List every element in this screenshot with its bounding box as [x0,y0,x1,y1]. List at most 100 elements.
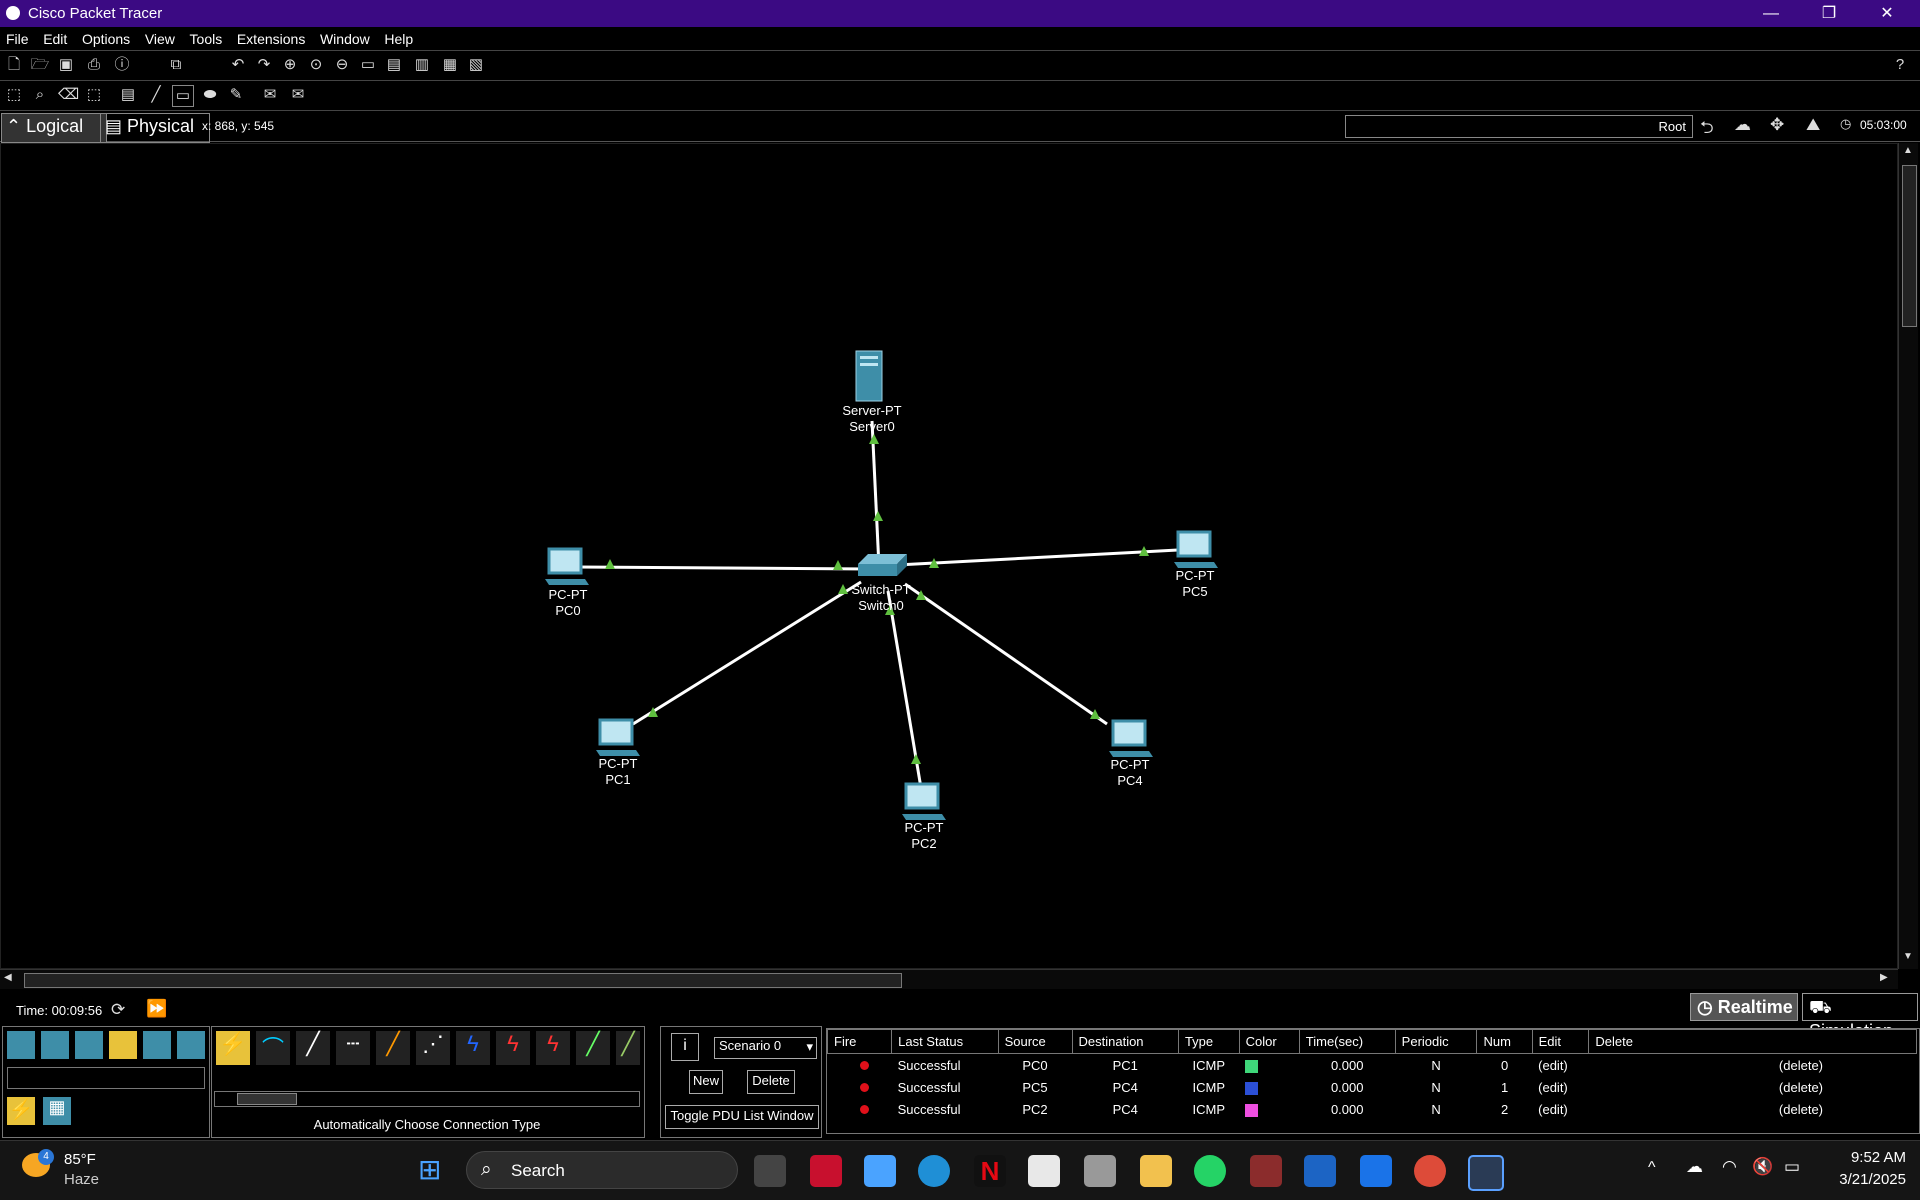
network-devices-icon[interactable] [7,1031,35,1059]
delete-icon[interactable]: ⌫ [58,85,79,105]
pdu-row[interactable]: Successful PC0 PC1 ICMP 0.000 N 0 (edit) (delete… [828,1054,1917,1077]
taskbar-date[interactable]: 3/21/2025 [1826,1171,1906,1188]
pc-icon[interactable] [596,718,640,756]
viewport-icon[interactable]: ▥ [412,55,432,75]
pdu-fire[interactable] [828,1054,892,1077]
serial-dce-icon[interactable]: ϟ [496,1031,530,1065]
mcafee-icon[interactable] [810,1155,842,1187]
fire-status-icon[interactable] [859,1082,869,1092]
menu-tools[interactable]: Tools [184,27,228,47]
pdu-header-cell[interactable]: Destination [1071,1029,1179,1054]
fiber-icon[interactable]: ╱ [376,1031,410,1065]
tab-logical[interactable]: ⌃ Logical [1,113,107,143]
scroll-left-icon[interactable]: ◀ [4,972,12,983]
custom-device-icon[interactable]: ▤ [384,55,404,75]
help-icon[interactable]: ? [1890,55,1910,75]
chrome-icon[interactable] [1414,1155,1446,1187]
new-scenario-button[interactable]: New [689,1070,723,1094]
end-devices-icon[interactable] [41,1031,69,1059]
delete-scenario-button[interactable]: Delete [747,1070,795,1094]
cluster-icon[interactable]: ▦ [440,55,460,75]
link-pc1[interactable] [632,580,862,726]
pdu-header-cell[interactable]: Color [1238,1029,1300,1054]
pdu-header-cell[interactable]: Num [1476,1029,1533,1054]
info-icon[interactable]: ⓘ [112,55,132,75]
link-pc0[interactable] [576,565,870,571]
link-pc4[interactable] [904,582,1108,726]
undo-icon[interactable]: ↶ [228,55,248,75]
connections-grid-icon[interactable]: ▦ [43,1097,71,1125]
coaxial-icon[interactable]: ϟ [456,1031,490,1065]
pdu-header-cell[interactable]: Last Status [891,1029,999,1054]
zoom-in-icon[interactable]: ⊕ [280,55,300,75]
restore-button[interactable]: ❐ [1800,0,1858,27]
ellipse-icon[interactable]: ⬬ [200,85,220,105]
iot-custom-cable-icon[interactable]: ╱ [616,1031,640,1065]
minimize-button[interactable]: — [1742,0,1800,27]
menu-options[interactable]: Options [76,27,135,47]
root-path-bar[interactable]: Root [1345,115,1693,138]
pdu-edit[interactable]: (edit) [1532,1076,1589,1098]
store-icon[interactable] [1028,1155,1060,1187]
cloud-icon[interactable]: ☁ [1734,115,1751,135]
pdu-row[interactable]: Successful PC5 PC4 ICMP 0.000 N 1 (edit) (delete… [828,1076,1917,1098]
whatsapp-icon[interactable] [1194,1155,1226,1187]
pdu-header-cell[interactable]: Time(sec) [1298,1029,1396,1054]
add-complex-pdu-icon[interactable]: ✉ [288,85,308,105]
horizontal-scroll-thumb[interactable] [24,973,902,988]
phone-cable-icon[interactable]: ⋰ [416,1031,450,1065]
pdu-delete[interactable]: (delete) [1589,1076,1917,1098]
pdu-header-cell[interactable]: Edit [1531,1029,1590,1054]
menu-help[interactable]: Help [378,27,418,47]
vertical-scroll-thumb[interactable] [1902,165,1917,327]
windows-start-icon[interactable]: ⊞ [418,1155,448,1185]
taskbar-time[interactable]: 9:52 AM [1826,1149,1906,1166]
pc-icon[interactable] [545,547,589,585]
pdu-delete[interactable]: (delete) [1589,1054,1917,1077]
crossover-icon[interactable]: ┄ [336,1031,370,1065]
taskbar-search[interactable]: ⌕ Search [466,1151,738,1189]
pdu-delete[interactable]: (delete) [1589,1098,1917,1120]
auto-connection-icon[interactable]: ⚡ [216,1031,250,1065]
connections-icon[interactable] [109,1031,137,1059]
link-pc5[interactable] [896,548,1179,567]
pc-icon[interactable] [902,782,946,820]
serial-dte-icon[interactable]: ϟ [536,1031,570,1065]
task-view-icon[interactable] [754,1155,786,1187]
hp-support-icon[interactable] [1360,1155,1392,1187]
scenario-info-icon[interactable]: i [671,1033,699,1061]
inspect-icon[interactable]: ⌕ [30,85,50,105]
photos-icon[interactable] [864,1155,896,1187]
close-button[interactable]: ✕ [1858,0,1916,27]
file-explorer-icon[interactable] [1140,1155,1172,1187]
drawing-palette-icon[interactable]: ▭ [358,55,378,75]
fire-status-icon[interactable] [859,1060,869,1070]
pdu-fire[interactable] [828,1098,892,1120]
console-cable-icon[interactable]: ⌒ [256,1031,290,1065]
environment-icon[interactable]: ⛰ [1806,115,1820,135]
myhp-icon[interactable] [1304,1155,1336,1187]
connection-scroll-thumb[interactable] [237,1093,297,1105]
menu-edit[interactable]: Edit [37,27,72,47]
onedrive-icon[interactable]: ☁ [1686,1157,1703,1177]
scroll-up-icon[interactable]: ▲ [1901,145,1915,159]
miscellaneous-icon[interactable] [143,1031,171,1059]
rectangle-icon[interactable]: ▭ [172,85,194,107]
scroll-right-icon[interactable]: ▶ [1880,972,1888,983]
pdu-header-cell[interactable]: Source [997,1029,1073,1054]
winrar-icon[interactable] [1250,1155,1282,1187]
toggle-pdu-list-button[interactable]: Toggle PDU List Window [665,1105,819,1129]
vertical-scrollbar[interactable]: ▲ ▼ [1898,143,1918,969]
add-simple-pdu-icon[interactable]: ✉ [260,85,280,105]
menu-view[interactable]: View [139,27,180,47]
edge-icon[interactable] [918,1155,950,1187]
volume-muted-icon[interactable]: 🔇 [1752,1157,1773,1177]
horizontal-scrollbar[interactable]: ◀ ▶ [0,969,1898,989]
simulation-mode-button[interactable]: ⛟ Simulation [1802,993,1918,1041]
pdu-header-cell[interactable]: Delete [1588,1029,1917,1054]
battery-icon[interactable]: ▭ [1784,1157,1800,1177]
copy-icon[interactable]: ⧉ [166,55,186,75]
menu-window[interactable]: Window [314,27,375,47]
multiuser-icon[interactable] [177,1031,205,1059]
zoom-reset-icon[interactable]: ⊙ [306,55,326,75]
